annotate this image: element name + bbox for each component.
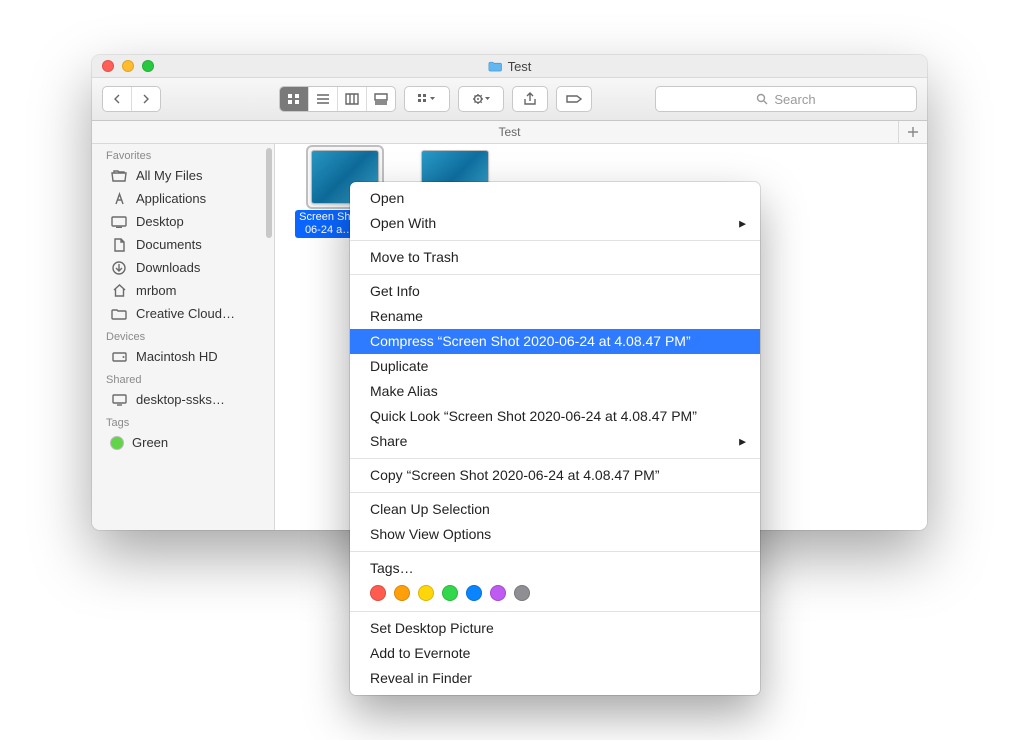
tag-color-yellow[interactable] [418,585,434,601]
menu-make-alias[interactable]: Make Alias [350,379,760,404]
tags-button[interactable] [556,86,592,112]
sidebar-item-all-my-files[interactable]: All My Files [92,164,264,187]
list-view-button[interactable] [309,87,338,111]
maximize-window-button[interactable] [142,60,154,72]
disk-icon [110,350,128,364]
sidebar: Favorites All My Files Applications Desk… [92,144,275,530]
downloads-icon [110,261,128,275]
sidebar-item-macintosh-hd[interactable]: Macintosh HD [92,345,264,368]
icon-view-button[interactable] [280,87,309,111]
menu-separator [350,492,760,493]
coverflow-view-button[interactable] [367,87,395,111]
tag-color-purple[interactable] [490,585,506,601]
context-menu: Open Open With Move to Trash Get Info Re… [350,182,760,695]
menu-quick-look[interactable]: Quick Look “Screen Shot 2020-06-24 at 4.… [350,404,760,429]
menu-view-options[interactable]: Show View Options [350,522,760,547]
documents-icon [110,238,128,252]
tag-color-orange[interactable] [394,585,410,601]
share-button[interactable] [512,86,548,112]
menu-open[interactable]: Open [350,186,760,211]
sidebar-item-shared-computer[interactable]: desktop-ssks… [92,388,264,411]
menu-compress[interactable]: Compress “Screen Shot 2020-06-24 at 4.08… [350,329,760,354]
sidebar-item-desktop[interactable]: Desktop [92,210,264,233]
toolbar: Search [92,78,927,121]
applications-icon [110,192,128,206]
sidebar-item-applications[interactable]: Applications [92,187,264,210]
tag-color-blue[interactable] [466,585,482,601]
nav-buttons [102,86,161,112]
sidebar-section-favorites: Favorites [92,144,264,164]
path-text: Test [498,125,520,139]
window-title-text: Test [508,59,532,74]
tag-color-dot [110,436,124,450]
path-bar: Test [92,121,927,144]
back-button[interactable] [103,87,132,111]
menu-move-to-trash[interactable]: Move to Trash [350,245,760,270]
sidebar-section-shared: Shared [92,368,264,388]
menu-open-with[interactable]: Open With [350,211,760,236]
tag-color-green[interactable] [442,585,458,601]
arrange-button[interactable] [404,86,450,112]
menu-reveal-finder[interactable]: Reveal in Finder [350,666,760,691]
all-my-files-icon [110,169,128,183]
column-view-button[interactable] [338,87,367,111]
sidebar-item-documents[interactable]: Documents [92,233,264,256]
titlebar: Test [92,55,927,78]
sidebar-item-home[interactable]: mrbom [92,279,264,302]
folder-icon [110,307,128,321]
window-title: Test [92,59,927,74]
menu-share[interactable]: Share [350,429,760,454]
menu-add-evernote[interactable]: Add to Evernote [350,641,760,666]
sidebar-section-devices: Devices [92,325,264,345]
menu-separator [350,240,760,241]
minimize-window-button[interactable] [122,60,134,72]
menu-copy[interactable]: Copy “Screen Shot 2020-06-24 at 4.08.47 … [350,463,760,488]
menu-clean-up[interactable]: Clean Up Selection [350,497,760,522]
search-icon [756,93,768,105]
view-mode-buttons [279,86,396,112]
sidebar-scrollbar[interactable] [266,148,272,238]
menu-get-info[interactable]: Get Info [350,279,760,304]
menu-tag-colors [350,581,760,607]
menu-tags-label[interactable]: Tags… [350,556,760,581]
folder-icon [488,61,502,72]
close-window-button[interactable] [102,60,114,72]
menu-separator [350,611,760,612]
action-button[interactable] [458,86,504,112]
forward-button[interactable] [132,87,160,111]
menu-duplicate[interactable]: Duplicate [350,354,760,379]
window-controls [102,60,154,72]
sidebar-item-tag-green[interactable]: Green [92,431,264,454]
desktop-icon [110,215,128,229]
search-field[interactable]: Search [655,86,917,112]
sidebar-item-downloads[interactable]: Downloads [92,256,264,279]
home-icon [110,284,128,298]
search-placeholder: Search [774,92,815,107]
menu-separator [350,274,760,275]
sidebar-item-creative-cloud[interactable]: Creative Cloud… [92,302,264,325]
tag-color-red[interactable] [370,585,386,601]
menu-rename[interactable]: Rename [350,304,760,329]
sidebar-section-tags: Tags [92,411,264,431]
new-tab-button[interactable] [898,121,927,143]
menu-set-desktop[interactable]: Set Desktop Picture [350,616,760,641]
computer-icon [110,393,128,407]
menu-separator [350,551,760,552]
tag-color-gray[interactable] [514,585,530,601]
menu-separator [350,458,760,459]
